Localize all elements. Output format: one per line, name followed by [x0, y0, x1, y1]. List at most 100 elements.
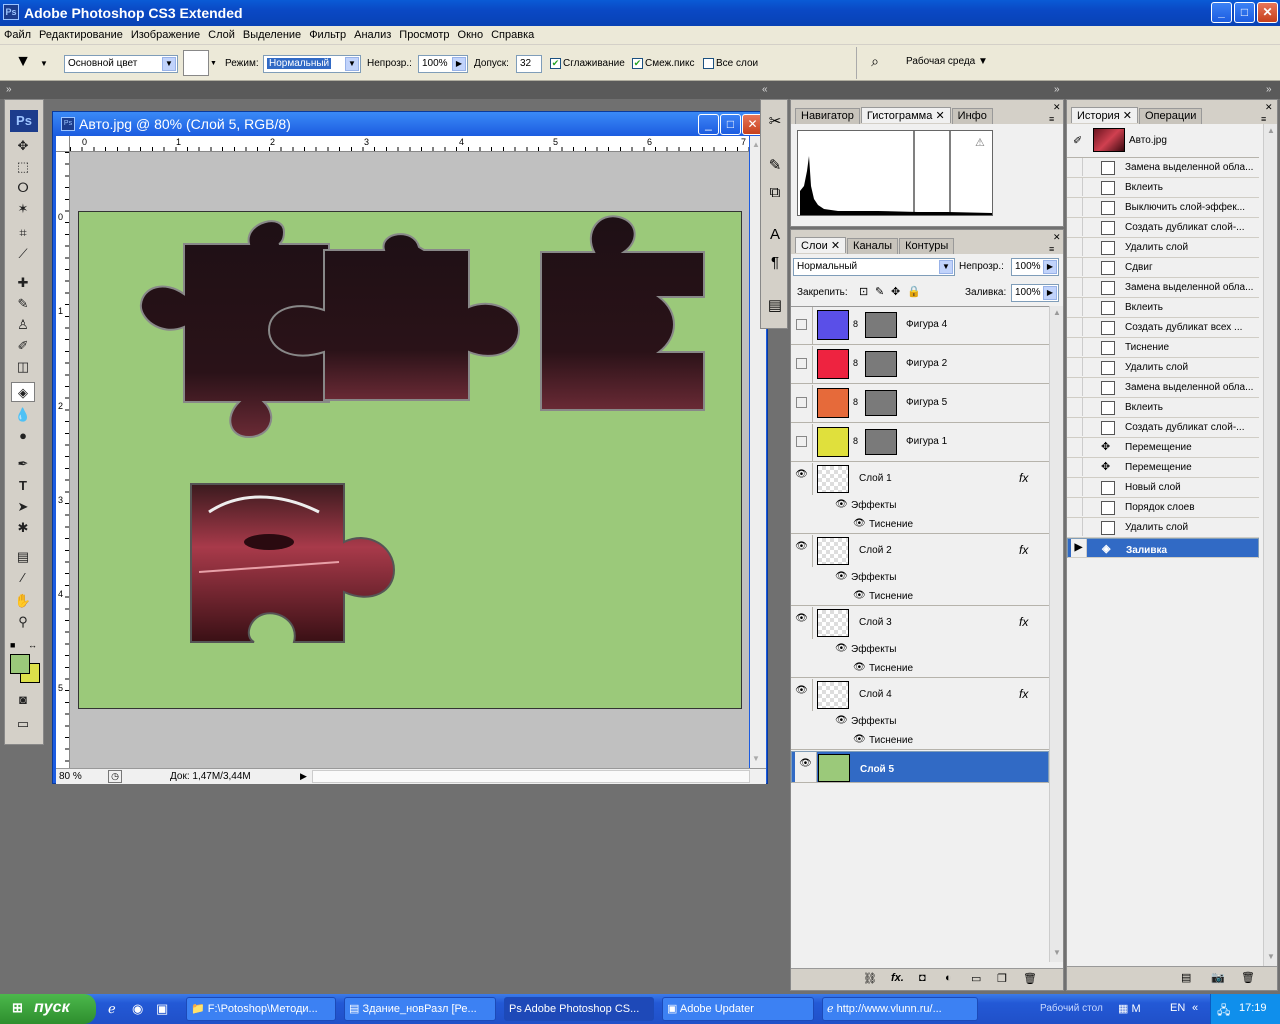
- layer-name[interactable]: Фигура 2: [906, 358, 947, 369]
- menu-image[interactable]: Изображение: [127, 26, 204, 41]
- history-source-box[interactable]: [1067, 278, 1083, 296]
- history-source-box[interactable]: [1067, 418, 1083, 436]
- collapse-iconbar-icon[interactable]: «: [762, 84, 768, 95]
- opacity-slider-arrow-icon[interactable]: ▶: [452, 57, 466, 71]
- all-layers-checkbox[interactable]: [703, 58, 714, 69]
- task-word[interactable]: ▤ Здание_новРазл [Ре...: [344, 997, 496, 1021]
- link-icon[interactable]: 8: [853, 358, 858, 368]
- brush-tool-icon[interactable]: ✎: [11, 294, 35, 314]
- layer-row-layer-1[interactable]: 👁 Слой 1 fx: [791, 463, 1049, 495]
- layer-name[interactable]: Фигура 5: [906, 397, 947, 408]
- lasso-tool-icon[interactable]: ⵔ: [11, 178, 35, 198]
- panel-menu-icon[interactable]: ≡: [1049, 244, 1054, 254]
- history-source-box[interactable]: [1067, 518, 1083, 536]
- menu-select[interactable]: Выделение: [239, 26, 305, 41]
- tab-histogram[interactable]: Гистограмма ✕: [860, 107, 951, 123]
- eye-icon[interactable]: 👁: [835, 715, 848, 726]
- tab-channels[interactable]: Каналы: [847, 238, 899, 254]
- history-item[interactable]: Удалить слой: [1067, 518, 1259, 538]
- scroll-down-icon[interactable]: ▼: [1267, 952, 1275, 961]
- close-icon[interactable]: ✕: [831, 240, 840, 252]
- ie-icon[interactable]: ℯ: [108, 1001, 116, 1017]
- visibility-toggle[interactable]: [791, 385, 813, 422]
- layer-name[interactable]: Слой 1: [859, 473, 892, 484]
- eye-icon[interactable]: 👁: [791, 679, 813, 711]
- tray-expand-icon[interactable]: «: [1192, 1002, 1198, 1014]
- history-source-box[interactable]: [1067, 258, 1083, 276]
- paragraph-icon[interactable]: ¶: [764, 254, 786, 276]
- opacity-input[interactable]: 100% ▶: [418, 55, 468, 73]
- history-item-current[interactable]: ▶ ◈ Заливка: [1067, 538, 1259, 558]
- tool-preset-arrow-icon[interactable]: ▼: [40, 59, 48, 68]
- panel-menu-icon[interactable]: ≡: [1049, 114, 1054, 124]
- history-item[interactable]: Вклеить: [1067, 178, 1259, 198]
- move-tool-icon[interactable]: ✥: [11, 136, 35, 156]
- new-layer-icon[interactable]: ❐: [997, 972, 1007, 985]
- fill-input[interactable]: 100% ▶: [1011, 284, 1059, 302]
- marquee-tool-icon[interactable]: ⬚: [11, 157, 35, 177]
- zoom-level[interactable]: 80 %: [59, 771, 82, 782]
- default-colors-icon[interactable]: ■: [10, 640, 15, 650]
- layer-name[interactable]: Слой 4: [859, 689, 892, 700]
- scroll-down-icon[interactable]: ▼: [752, 754, 760, 763]
- menu-edit[interactable]: Редактирование: [35, 26, 127, 41]
- zoom-tool-icon[interactable]: ⚲: [11, 612, 35, 632]
- layer-name[interactable]: Слой 5: [860, 762, 894, 778]
- layer-row-shape-2[interactable]: 8 Фигура 2: [791, 346, 1049, 384]
- layer-thumbnail[interactable]: [817, 681, 849, 709]
- history-source-box[interactable]: [1067, 478, 1083, 496]
- layer-thumbnail[interactable]: [818, 754, 850, 782]
- start-button[interactable]: ⊞ пуск: [0, 994, 96, 1024]
- layer-row-layer-2[interactable]: 👁 Слой 2 fx: [791, 535, 1049, 567]
- delete-layer-icon[interactable]: 🗑: [1023, 972, 1037, 985]
- pattern-dropdown-icon[interactable]: ▼: [210, 55, 220, 73]
- notes-tool-icon[interactable]: ▤: [11, 547, 35, 567]
- history-item[interactable]: Создать дубликат слой-...: [1067, 218, 1259, 238]
- fx-icon[interactable]: fx: [1019, 615, 1028, 629]
- opacity-slider-arrow-icon[interactable]: ▶: [1043, 260, 1057, 274]
- blend-mode-select[interactable]: Нормальный ▼: [793, 258, 955, 276]
- history-item[interactable]: Новый слой: [1067, 478, 1259, 498]
- history-source-box[interactable]: [1067, 398, 1083, 416]
- bridge-icon[interactable]: ⌕: [864, 53, 886, 73]
- layer-name[interactable]: Слой 2: [859, 545, 892, 556]
- tab-info[interactable]: Инфо: [951, 108, 993, 124]
- close-icon[interactable]: ✕: [935, 110, 944, 122]
- hand-tool-icon[interactable]: ✋: [11, 591, 35, 611]
- history-item[interactable]: Создать дубликат всех ...: [1067, 318, 1259, 338]
- history-source-box[interactable]: [1067, 338, 1083, 356]
- vector-mask-thumbnail[interactable]: [865, 429, 897, 455]
- eyedropper-tool-icon[interactable]: ⁄: [11, 568, 35, 588]
- collapse-panels-icon[interactable]: »: [1054, 84, 1060, 95]
- layer-thumbnail[interactable]: [817, 465, 849, 493]
- quick-mask-icon[interactable]: ◙: [11, 690, 35, 710]
- visibility-toggle[interactable]: [791, 424, 813, 461]
- brushes-icon[interactable]: ✎: [764, 156, 786, 178]
- history-source-box[interactable]: [1067, 218, 1083, 236]
- eye-icon[interactable]: 👁: [835, 643, 848, 654]
- new-group-icon[interactable]: ▭: [971, 972, 981, 985]
- eye-icon[interactable]: 👁: [853, 662, 866, 673]
- adjustment-layer-icon[interactable]: ◐: [945, 972, 952, 984]
- maximize-button[interactable]: □: [1234, 2, 1255, 23]
- custom-shape-tool-icon[interactable]: ✱: [11, 518, 35, 538]
- tool-presets-icon[interactable]: ✂: [764, 112, 786, 134]
- history-item[interactable]: Замена выделенной обла...: [1067, 158, 1259, 178]
- close-button[interactable]: ✕: [1257, 2, 1278, 23]
- history-item[interactable]: ✥ Перемещение: [1067, 458, 1259, 478]
- layer-row-shape-1[interactable]: 8 Фигура 1: [791, 424, 1049, 462]
- media-player-icon[interactable]: ◉: [132, 1001, 143, 1017]
- history-state-slider-icon[interactable]: ▶: [1071, 539, 1087, 557]
- history-item[interactable]: Удалить слой: [1067, 238, 1259, 258]
- lock-all-icon[interactable]: 🔒: [907, 285, 921, 298]
- scroll-up-icon[interactable]: ▲: [1267, 126, 1275, 135]
- effects-row[interactable]: 👁 Эффекты: [791, 712, 1049, 731]
- magic-wand-tool-icon[interactable]: ✶: [11, 199, 35, 219]
- menu-layer[interactable]: Слой: [204, 26, 239, 41]
- vector-mask-thumbnail[interactable]: [865, 351, 897, 377]
- history-source-box[interactable]: [1067, 198, 1083, 216]
- history-brush-source-icon[interactable]: ✐: [1073, 134, 1082, 147]
- link-icon[interactable]: 8: [853, 397, 858, 407]
- delete-state-icon[interactable]: 🗑: [1241, 971, 1255, 984]
- eye-icon[interactable]: 👁: [791, 535, 813, 567]
